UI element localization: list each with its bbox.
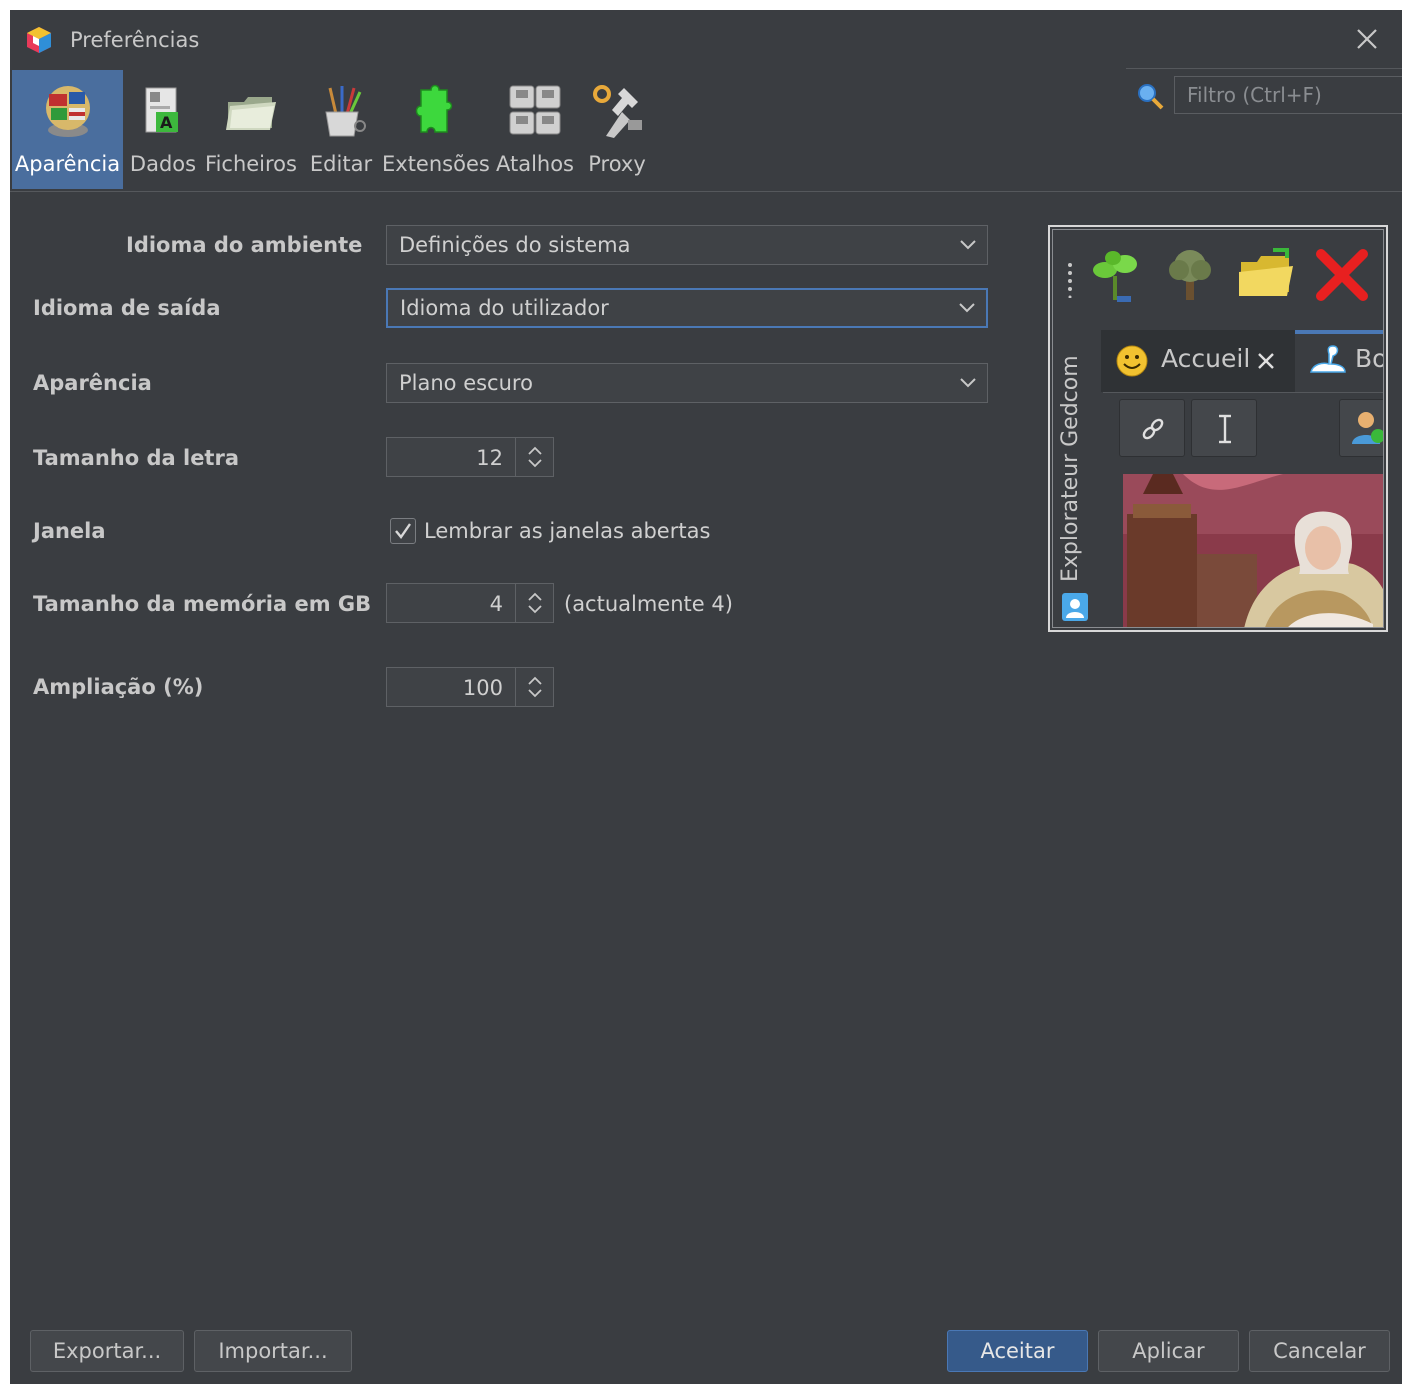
tab-label: Editar: [309, 152, 373, 176]
remember-windows-checkbox[interactable]: [390, 518, 416, 544]
memory-note: (actualmente 4): [564, 592, 733, 616]
tab-label: Aparência: [14, 152, 121, 176]
tab-label: Ficheiros: [205, 152, 297, 176]
tab-ficheiros[interactable]: Ficheiros: [204, 70, 298, 189]
preferences-dialog: Preferências Aparência A Dados Ficheiros…: [10, 10, 1402, 1384]
globe-flags-icon: [45, 86, 90, 137]
font-size-spinner[interactable]: 12: [386, 437, 554, 477]
export-button[interactable]: Exportar...: [30, 1330, 184, 1372]
spinner-arrows[interactable]: [515, 438, 553, 476]
accept-button[interactable]: Aceitar: [947, 1330, 1088, 1372]
tab-accueil-label: Accueil: [1161, 344, 1251, 373]
red-x-icon: [1316, 249, 1368, 301]
tab-label: Dados: [129, 152, 197, 176]
remember-windows-label[interactable]: Lembrar as janelas abertas: [424, 519, 710, 543]
user-card-icon: [1062, 593, 1088, 621]
chevron-down-icon: [960, 378, 976, 388]
checkmark-icon: [395, 523, 411, 539]
toolbar-divider: [10, 191, 1402, 192]
environment-language-label: Idioma do ambiente: [126, 233, 363, 257]
theme-preview: Explorateur Gedcom Accueil B: [1048, 225, 1388, 632]
tab-label: Atalhos: [495, 152, 575, 176]
tab-second-label: Bo: [1355, 344, 1383, 373]
folder-icon: [226, 97, 276, 130]
output-language-select[interactable]: Idioma do utilizador: [386, 288, 988, 328]
open-folder-icon: [1239, 248, 1293, 296]
up-down-arrows-icon: [528, 676, 542, 698]
spinner-arrows[interactable]: [515, 584, 553, 622]
up-down-arrows-icon: [528, 446, 542, 468]
appearance-select[interactable]: Plano escuro: [386, 363, 988, 403]
window-label: Janela: [33, 519, 106, 543]
spinner-value: 4: [489, 592, 503, 616]
theme-preview-inner: Explorateur Gedcom Accueil B: [1052, 229, 1384, 628]
apply-button[interactable]: Aplicar: [1098, 1330, 1239, 1372]
environment-language-select[interactable]: Definições do sistema: [386, 225, 988, 265]
tree-icon: [1169, 250, 1211, 300]
puzzle-icon: [415, 84, 453, 133]
filter-separator: [1126, 68, 1402, 69]
close-icon[interactable]: [1352, 24, 1382, 54]
person-button[interactable]: [1339, 399, 1383, 457]
chevron-down-icon: [959, 303, 975, 313]
svg-text:A: A: [160, 113, 173, 132]
app-cube-icon: [27, 27, 51, 53]
smiley-icon: [1116, 345, 1148, 377]
link-button[interactable]: [1119, 399, 1185, 457]
tab-label: Proxy: [588, 152, 646, 176]
tab-atalhos[interactable]: Atalhos: [494, 70, 576, 189]
tab-editar[interactable]: Editar: [306, 70, 376, 189]
tab-label: Extensões: [382, 152, 490, 176]
brushes-cup-icon: [325, 86, 366, 137]
output-language-label: Idioma de saída: [33, 296, 221, 320]
up-down-arrows-icon: [528, 592, 542, 614]
cancel-button[interactable]: Cancelar: [1249, 1330, 1390, 1372]
select-value: Definições do sistema: [399, 233, 631, 257]
font-size-label: Tamanho da letra: [33, 446, 240, 470]
filter-input[interactable]: [1174, 76, 1402, 114]
gedcom-explorer-label: Explorateur Gedcom: [1058, 355, 1083, 582]
zoom-label: Ampliação (%): [33, 675, 204, 699]
spinner-value: 12: [476, 446, 503, 470]
keyboard-keys-icon: [509, 85, 561, 135]
tab-proxy[interactable]: Proxy: [582, 70, 652, 189]
tab-second[interactable]: Bo: [1295, 330, 1383, 392]
search-icon: [1138, 84, 1164, 110]
tree-sprout-icon: [1093, 251, 1137, 302]
title-bar: Preferências: [10, 10, 1402, 68]
tab-dados[interactable]: A Dados: [127, 70, 199, 189]
spinner-arrows[interactable]: [515, 668, 553, 706]
import-button[interactable]: Importar...: [194, 1330, 352, 1372]
preview-toolbar: [1103, 392, 1383, 458]
data-document-icon: A: [145, 87, 178, 133]
chevron-down-icon: [960, 240, 976, 250]
window-title: Preferências: [70, 28, 200, 52]
portrait-image: [1123, 474, 1383, 627]
swan-icon: [1310, 345, 1346, 373]
tools-icon: [593, 85, 642, 138]
tab-aparencia[interactable]: Aparência: [12, 70, 123, 189]
person-add-icon: [1352, 412, 1383, 444]
memory-label: Tamanho da memória em GB: [33, 592, 372, 616]
select-value: Plano escuro: [399, 371, 533, 395]
preview-tab-bar: Accueil Bo: [1101, 330, 1383, 394]
tab-accueil[interactable]: Accueil: [1101, 330, 1295, 392]
memory-spinner[interactable]: 4: [386, 583, 554, 623]
zoom-spinner[interactable]: 100: [386, 667, 554, 707]
link-icon: [1142, 418, 1164, 440]
text-cursor-icon: [1219, 414, 1231, 444]
text-cursor-button[interactable]: [1191, 399, 1257, 457]
close-icon[interactable]: [1255, 350, 1277, 372]
appearance-label: Aparência: [33, 371, 152, 395]
spinner-value: 100: [462, 676, 503, 700]
tab-extensoes[interactable]: Extensões: [382, 70, 490, 189]
select-value: Idioma do utilizador: [400, 296, 609, 320]
category-toolbar: Aparência A Dados Ficheiros Editar Exten…: [10, 68, 1402, 191]
grip-icon: [1068, 263, 1072, 298]
